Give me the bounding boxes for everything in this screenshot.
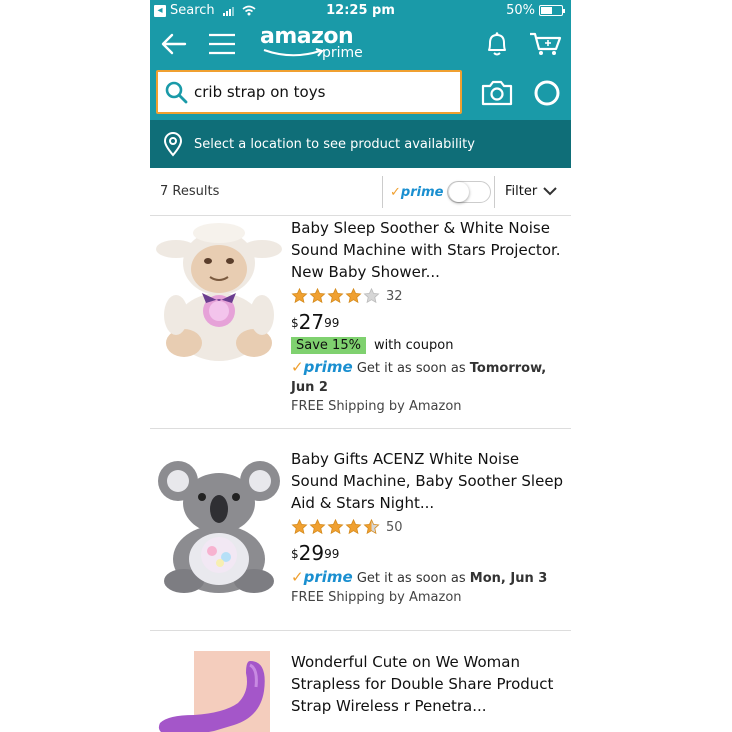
location-banner[interactable]: Select a location to see product availab…	[150, 120, 571, 168]
product-info: Wonderful Cute on We Woman Strapless for…	[291, 651, 566, 717]
status-bar: ◂ Search 12:25 pm 50%	[150, 0, 571, 22]
filter-label: Filter	[505, 184, 538, 199]
app-header: amazon prime	[150, 22, 571, 66]
results-toolbar: 7 Results ✓prime Filter	[150, 168, 571, 216]
prime-filter-toggle[interactable]: ✓prime	[390, 181, 492, 203]
coupon-text: with coupon	[373, 338, 454, 353]
back-button[interactable]	[158, 28, 190, 60]
star-rating	[291, 288, 380, 304]
search-input[interactable]	[194, 83, 444, 101]
product-card[interactable]: Wonderful Cute on We Woman Strapless for…	[150, 631, 571, 732]
delivery-date: Mon, Jun 3	[469, 571, 548, 586]
shipping-text: FREE Shipping by Amazon	[291, 590, 462, 605]
cart-button[interactable]	[526, 28, 566, 60]
shipping-text: FREE Shipping by Amazon	[291, 399, 462, 414]
star-rating	[291, 519, 380, 535]
phone-screen: ◂ Search 12:25 pm 50% amazon prime crib …	[150, 0, 571, 732]
product-rating[interactable]: 50	[291, 518, 566, 536]
logo-smile-icon	[263, 48, 324, 57]
prime-badge: ✓prime	[291, 358, 353, 376]
product-info: Baby Sleep Soother & White Noise Sound M…	[291, 217, 566, 416]
divider	[382, 176, 383, 208]
prime-switch[interactable]	[447, 181, 492, 203]
search-icon	[165, 81, 188, 104]
amazon-prime-logo[interactable]: amazon prime	[260, 24, 380, 64]
koala-plush-icon	[158, 461, 280, 593]
star-icon	[309, 288, 326, 304]
menu-button[interactable]	[206, 28, 238, 60]
battery-percent: 50%	[506, 3, 535, 18]
search-box[interactable]	[156, 70, 462, 114]
rating-count: 50	[386, 519, 403, 535]
rating-count: 32	[386, 288, 403, 304]
product-title[interactable]: Baby Sleep Soother & White Noise Sound M…	[291, 217, 566, 283]
battery-status: 50%	[506, 3, 565, 18]
hamburger-menu-icon	[209, 33, 235, 55]
bell-icon	[488, 32, 506, 56]
prime-label: ✓prime	[390, 184, 444, 200]
switch-knob	[449, 182, 470, 202]
logo-prime: prime	[322, 45, 363, 61]
star-icon	[291, 519, 308, 535]
product-card[interactable]: Baby Sleep Soother & White Noise Sound M…	[150, 217, 571, 429]
delivery-info: ✓prime Get it as soon as Mon, Jun 3	[291, 568, 566, 588]
results-count: 7 Results	[160, 184, 220, 199]
star-icon	[345, 288, 362, 304]
product-card[interactable]: Baby Gifts ACENZ White Noise Sound Machi…	[150, 429, 571, 631]
star-icon	[327, 519, 344, 535]
filter-button[interactable]: Filter	[505, 184, 557, 199]
delivery-info: ✓prime Get it as soon as Tomorrow, Jun 2	[291, 358, 566, 397]
search-bar	[150, 66, 571, 120]
coupon-badge: Save 15%	[291, 337, 366, 354]
back-arrow-icon	[161, 33, 187, 55]
star-icon	[327, 288, 344, 304]
location-pin-icon	[163, 132, 183, 157]
product-rating[interactable]: 32	[291, 287, 566, 305]
coupon-row[interactable]: Save 15% with coupon	[291, 337, 566, 354]
divider	[494, 176, 495, 208]
product-price: $2999	[291, 541, 340, 565]
star-icon	[363, 519, 380, 535]
prime-badge: ✓prime	[291, 568, 353, 586]
star-icon	[291, 288, 308, 304]
notifications-button[interactable]	[481, 28, 513, 60]
battery-icon	[539, 5, 565, 16]
product-title[interactable]: Baby Gifts ACENZ White Noise Sound Machi…	[291, 448, 566, 514]
delivery-prefix: Get it as soon as	[356, 361, 466, 376]
cart-icon	[530, 32, 562, 55]
location-text: Select a location to see product availab…	[194, 136, 475, 152]
star-icon	[345, 519, 362, 535]
chevron-down-icon	[543, 187, 557, 196]
star-icon	[363, 288, 380, 304]
product-info: Baby Gifts ACENZ White Noise Sound Machi…	[291, 448, 566, 607]
camera-search-icon[interactable]	[480, 78, 514, 108]
product-title[interactable]: Wonderful Cute on We Woman Strapless for…	[291, 651, 566, 717]
product-list: Baby Sleep Soother & White Noise Sound M…	[150, 217, 571, 732]
product-price: $2799	[291, 310, 340, 334]
lamb-plush-icon	[156, 223, 282, 361]
star-icon	[309, 519, 326, 535]
alexa-voice-icon[interactable]	[532, 78, 562, 108]
purple-product-icon	[158, 651, 270, 732]
delivery-prefix: Get it as soon as	[356, 571, 466, 586]
